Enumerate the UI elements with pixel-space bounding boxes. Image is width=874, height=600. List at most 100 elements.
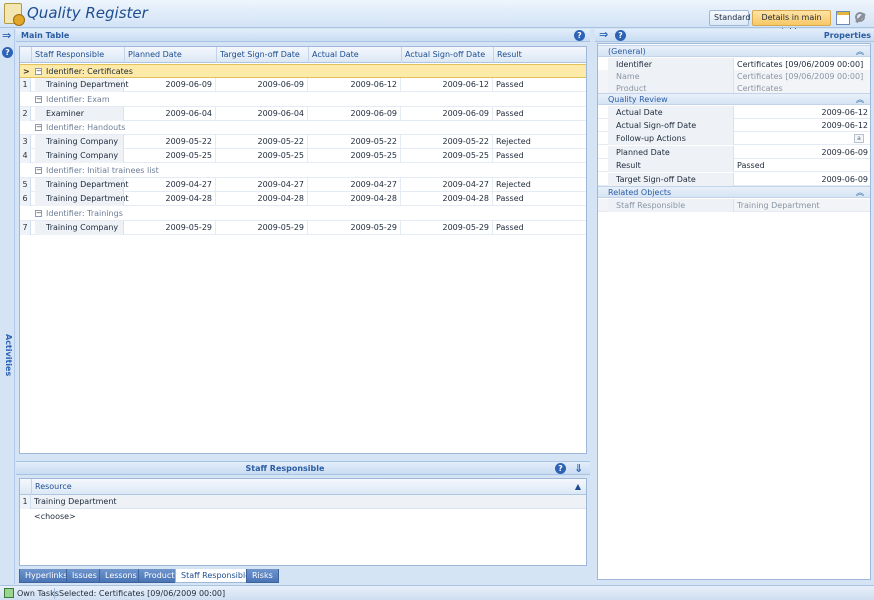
- cell-planned-date[interactable]: 2009-05-25: [124, 149, 216, 163]
- group-row-certificates[interactable]: > − Identifier: Certificates: [20, 64, 586, 78]
- table-row[interactable]: 1 Training Department: [20, 495, 586, 509]
- column-actual-date[interactable]: Actual Date: [308, 47, 401, 63]
- standard-view-button[interactable]: Standard: [709, 10, 750, 26]
- choose-placeholder[interactable]: <choose>: [34, 510, 76, 524]
- cell-actual-date[interactable]: 2009-04-27: [308, 178, 401, 192]
- property-result[interactable]: Result Passed: [598, 159, 870, 172]
- cell-result[interactable]: Passed: [493, 107, 588, 121]
- cell-actual-signoff-date[interactable]: 2009-04-27: [401, 178, 493, 192]
- table-row[interactable]: 4 Training Company 2009-05-25 2009-05-25…: [20, 149, 586, 163]
- property-value[interactable]: 2009-06-09: [736, 173, 870, 186]
- category-related-objects[interactable]: Related Objects ︽: [598, 186, 870, 198]
- group-row-trainings[interactable]: − Identifier: Trainings: [20, 207, 586, 221]
- category-general[interactable]: (General) ︽: [598, 45, 870, 57]
- table-row[interactable]: 3 Training Company 2009-05-22 2009-05-22…: [20, 135, 586, 149]
- window-icon[interactable]: [836, 11, 850, 25]
- cell-staff[interactable]: Training Company: [35, 135, 124, 149]
- own-tasks-icon[interactable]: [4, 588, 14, 598]
- cell-target-signoff-date[interactable]: 2009-05-25: [216, 149, 308, 163]
- column-staff-responsible[interactable]: Staff Responsible: [31, 47, 124, 63]
- cell-resource[interactable]: Training Department: [34, 495, 117, 509]
- category-quality-review[interactable]: Quality Review ︽: [598, 93, 870, 105]
- collapse-icon[interactable]: −: [35, 68, 42, 75]
- cell-staff[interactable]: Training Company: [35, 149, 124, 163]
- cell-actual-signoff-date[interactable]: 2009-05-25: [401, 149, 493, 163]
- cell-actual-date[interactable]: 2009-05-22: [308, 135, 401, 149]
- column-resource[interactable]: Resource: [31, 479, 586, 495]
- cell-result[interactable]: Rejected: [493, 135, 588, 149]
- cell-staff[interactable]: Training Department: [35, 178, 129, 192]
- tools-icon[interactable]: [853, 11, 867, 25]
- cell-actual-date[interactable]: 2009-06-12: [308, 78, 401, 92]
- group-row-exam[interactable]: − Identifier: Exam: [20, 93, 586, 107]
- arrow-right-icon[interactable]: ⇒: [2, 30, 11, 42]
- new-row[interactable]: <choose>: [20, 510, 586, 524]
- own-tasks-link[interactable]: Own Tasks: [17, 589, 59, 598]
- cell-actual-signoff-date[interactable]: 2009-06-09: [401, 107, 493, 121]
- sort-ascending-icon[interactable]: ▲: [575, 479, 581, 495]
- details-in-main-table-button[interactable]: Details in main table: [752, 10, 831, 36]
- collapse-icon[interactable]: ︽: [856, 187, 864, 199]
- cell-planned-date[interactable]: 2009-06-09: [124, 78, 216, 92]
- column-actual-signoff-date[interactable]: Actual Sign-off Date: [401, 47, 493, 63]
- cell-result[interactable]: Passed: [493, 149, 588, 163]
- cell-planned-date[interactable]: 2009-05-29: [124, 221, 216, 235]
- collapse-icon[interactable]: −: [35, 96, 42, 103]
- cell-planned-date[interactable]: 2009-04-28: [124, 192, 216, 206]
- help-icon[interactable]: ?: [2, 47, 13, 58]
- cell-planned-date[interactable]: 2009-05-22: [124, 135, 216, 149]
- tab-issues[interactable]: Issues: [66, 569, 103, 583]
- table-row[interactable]: 6 Training Department 2009-04-28 2009-04…: [20, 192, 586, 206]
- cell-actual-signoff-date[interactable]: 2009-06-12: [401, 78, 493, 92]
- table-row[interactable]: 5 Training Department 2009-04-27 2009-04…: [20, 178, 586, 192]
- cell-result[interactable]: Passed: [493, 221, 588, 235]
- cell-result[interactable]: Rejected: [493, 178, 588, 192]
- help-icon[interactable]: ?: [555, 463, 566, 474]
- cell-actual-date[interactable]: 2009-05-25: [308, 149, 401, 163]
- cell-staff[interactable]: Examiner: [35, 107, 124, 121]
- help-icon[interactable]: ?: [574, 30, 585, 41]
- cell-actual-date[interactable]: 2009-04-28: [308, 192, 401, 206]
- help-icon[interactable]: ?: [615, 30, 626, 41]
- cell-actual-signoff-date[interactable]: 2009-05-22: [401, 135, 493, 149]
- arrow-right-icon[interactable]: ⇒: [599, 29, 608, 41]
- arrow-down-icon[interactable]: ⇓: [574, 462, 583, 475]
- property-value[interactable]: Passed: [736, 159, 870, 172]
- cell-planned-date[interactable]: 2009-06-04: [124, 107, 216, 121]
- group-row-initial-trainees-list[interactable]: − Identifier: Initial trainees list: [20, 164, 586, 178]
- column-result[interactable]: Result: [493, 47, 588, 63]
- tab-risks[interactable]: Risks: [246, 569, 279, 583]
- collapse-icon[interactable]: −: [35, 167, 42, 174]
- collapse-icon[interactable]: −: [35, 124, 42, 131]
- group-row-handouts[interactable]: − Identifier: Handouts: [20, 121, 586, 135]
- collapse-icon[interactable]: ︽: [856, 46, 864, 58]
- column-planned-date[interactable]: Planned Date: [124, 47, 216, 63]
- cell-staff[interactable]: Training Department: [35, 78, 129, 92]
- property-value[interactable]: 2009-06-12: [736, 106, 870, 119]
- cell-target-signoff-date[interactable]: 2009-04-27: [216, 178, 308, 192]
- table-row[interactable]: 7 Training Company 2009-05-29 2009-05-29…: [20, 221, 586, 235]
- cell-planned-date[interactable]: 2009-04-27: [124, 178, 216, 192]
- cell-target-signoff-date[interactable]: 2009-05-29: [216, 221, 308, 235]
- table-row[interactable]: 2 Examiner 2009-06-04 2009-06-04 2009-06…: [20, 107, 586, 121]
- cell-target-signoff-date[interactable]: 2009-06-04: [216, 107, 308, 121]
- cell-actual-signoff-date[interactable]: 2009-05-29: [401, 221, 493, 235]
- property-value[interactable]: 2009-06-09: [736, 146, 870, 159]
- property-follow-up-actions[interactable]: Follow-up Actions a: [598, 132, 870, 145]
- property-actual-signoff-date[interactable]: Actual Sign-off Date 2009-06-12: [598, 119, 870, 132]
- edit-text-icon[interactable]: a: [854, 134, 864, 143]
- cell-actual-date[interactable]: 2009-06-09: [308, 107, 401, 121]
- activities-tab[interactable]: Activities: [4, 334, 13, 376]
- cell-actual-date[interactable]: 2009-05-29: [308, 221, 401, 235]
- table-row[interactable]: 1 Training Department 2009-06-09 2009-06…: [20, 78, 586, 92]
- cell-staff[interactable]: Training Department: [35, 192, 129, 206]
- cell-result[interactable]: Passed: [493, 78, 588, 92]
- column-target-signoff-date[interactable]: Target Sign-off Date: [216, 47, 308, 63]
- cell-staff[interactable]: Training Company: [35, 221, 124, 235]
- cell-target-signoff-date[interactable]: 2009-06-09: [216, 78, 308, 92]
- collapse-icon[interactable]: ︽: [856, 94, 864, 106]
- cell-actual-signoff-date[interactable]: 2009-04-28: [401, 192, 493, 206]
- property-actual-date[interactable]: Actual Date 2009-06-12: [598, 106, 870, 119]
- tab-staff-responsible[interactable]: Staff Responsible: [175, 569, 257, 583]
- cell-target-signoff-date[interactable]: 2009-04-28: [216, 192, 308, 206]
